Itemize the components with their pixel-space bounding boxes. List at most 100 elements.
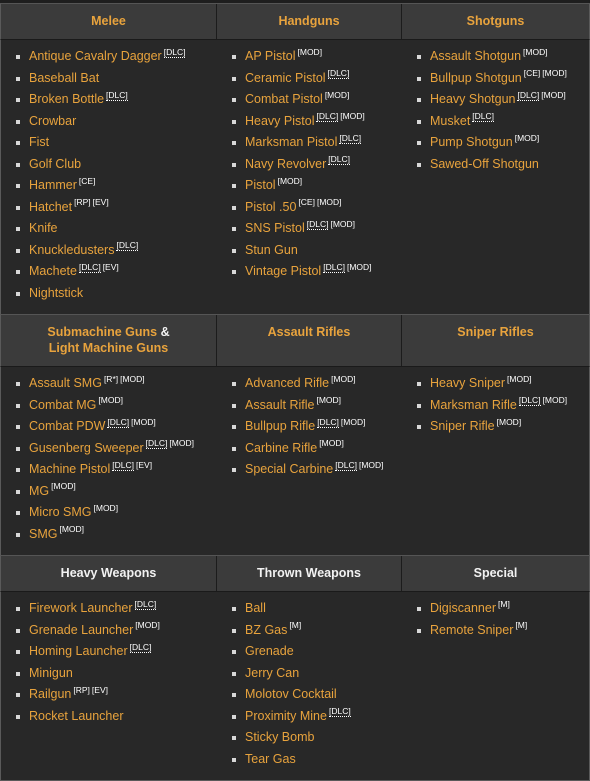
weapon-link[interactable]: Advanced Rifle bbox=[245, 376, 329, 390]
weapon-link[interactable]: AP Pistol bbox=[245, 49, 296, 63]
weapon-link[interactable]: SMG bbox=[29, 527, 57, 541]
section-header-row: Heavy Weapons Thrown Weapons Special bbox=[0, 555, 590, 592]
weapon-link[interactable]: Musket bbox=[430, 114, 470, 128]
weapon-link[interactable]: Carbine Rifle bbox=[245, 441, 317, 455]
weapon-link[interactable]: Homing Launcher bbox=[29, 644, 128, 658]
weapon-tag-dlc: [DLC] bbox=[145, 438, 168, 450]
weapon-tag-dlc: [DLC] bbox=[129, 641, 152, 653]
weapon-link[interactable]: Grenade Launcher bbox=[29, 623, 133, 637]
weapon-tag-ce: [CE] bbox=[298, 197, 315, 208]
weapon-link[interactable]: Combat PDW bbox=[29, 419, 105, 433]
weapon-link[interactable]: Sticky Bomb bbox=[245, 730, 314, 744]
weapon-link[interactable]: Machine Pistol bbox=[29, 462, 110, 476]
weapon-tag-dlc: [DLC] bbox=[328, 154, 351, 166]
weapon-link[interactable]: Pump Shotgun bbox=[430, 135, 513, 149]
weapon-tag-dlc: [DLC] bbox=[339, 132, 362, 144]
list-item: Ceramic Pistol [DLC] bbox=[232, 68, 398, 90]
weapon-link[interactable]: Knife bbox=[29, 221, 58, 235]
weapon-link[interactable]: Assault Rifle bbox=[245, 398, 314, 412]
weapon-link[interactable]: Pistol bbox=[245, 178, 276, 192]
weapon-link[interactable]: Heavy Sniper bbox=[430, 376, 505, 390]
weapon-link[interactable]: Bullpup Shotgun bbox=[430, 71, 522, 85]
weapon-link[interactable]: Crowbar bbox=[29, 114, 76, 128]
list-item: Knuckledusters [DLC] bbox=[16, 240, 213, 262]
weapon-link[interactable]: MG bbox=[29, 484, 49, 498]
list-item: Pistol .50 [CE] [MOD] bbox=[232, 197, 398, 219]
weapon-tag-dlc: [DLC] bbox=[78, 261, 101, 273]
weapon-link[interactable]: Marksman Pistol bbox=[245, 135, 337, 149]
weapon-link[interactable]: Heavy Pistol bbox=[245, 114, 314, 128]
column-header-submachine-guns-light-machine-guns: Submachine Guns & Light Machine Guns bbox=[1, 315, 217, 366]
weapon-link[interactable]: Combat MG bbox=[29, 398, 96, 412]
weapon-link[interactable]: Machete bbox=[29, 264, 77, 278]
weapon-link[interactable]: Micro SMG bbox=[29, 505, 92, 519]
weapon-link[interactable]: Baseball Bat bbox=[29, 71, 99, 85]
weapon-link[interactable]: Assault SMG bbox=[29, 376, 102, 390]
ampersand: & bbox=[160, 325, 170, 339]
weapon-link[interactable]: Rocket Launcher bbox=[29, 709, 124, 723]
weapon-link[interactable]: Nightstick bbox=[29, 286, 83, 300]
list-item: Sticky Bomb bbox=[232, 727, 398, 749]
weapon-tag-dlc: [DLC] bbox=[327, 68, 350, 80]
weapon-link[interactable]: Ceramic Pistol bbox=[245, 71, 326, 85]
weapon-link[interactable]: SNS Pistol bbox=[245, 221, 305, 235]
weapon-link[interactable]: Heavy Shotgun bbox=[430, 92, 515, 106]
list-item: Gusenberg Sweeper [DLC] [MOD] bbox=[16, 438, 213, 460]
weapon-link[interactable]: Marksman Rifle bbox=[430, 398, 517, 412]
weapon-link[interactable]: Pistol .50 bbox=[245, 200, 296, 214]
weapon-link[interactable]: Ball bbox=[245, 601, 266, 615]
weapon-link[interactable]: Railgun bbox=[29, 687, 71, 701]
weapon-link[interactable]: Gusenberg Sweeper bbox=[29, 441, 144, 455]
weapon-link[interactable]: Jerry Can bbox=[245, 666, 299, 680]
weapon-link[interactable]: Minigun bbox=[29, 666, 73, 680]
weapon-list: Antique Cavalry Dagger [DLC] Baseball Bat B… bbox=[1, 46, 213, 304]
weapon-tag-m: [M] bbox=[515, 620, 528, 631]
weapon-link[interactable]: Molotov Cocktail bbox=[245, 687, 337, 701]
weapon-link[interactable]: Assault Shotgun bbox=[430, 49, 521, 63]
weapon-link[interactable]: Antique Cavalry Dagger bbox=[29, 49, 162, 63]
weapon-link[interactable]: Sniper Rifle bbox=[430, 419, 495, 433]
list-item: Marksman Rifle [DLC] [MOD] bbox=[417, 395, 585, 417]
list-item: Combat Pistol [MOD] bbox=[232, 89, 398, 111]
weapon-link[interactable]: Firework Launcher bbox=[29, 601, 133, 615]
weapon-tag-mod: [MOD] bbox=[51, 481, 76, 492]
weapon-link[interactable]: Broken Bottle bbox=[29, 92, 104, 106]
weapon-link[interactable]: Hammer bbox=[29, 178, 77, 192]
weapon-tag-dlc: [DLC] bbox=[116, 240, 139, 252]
weapon-link[interactable]: Grenade bbox=[245, 644, 294, 658]
weapon-link[interactable]: Tear Gas bbox=[245, 752, 296, 766]
weapon-link[interactable]: Navy Revolver bbox=[245, 157, 326, 171]
section-body-row: Assault SMG [R*] [MOD] Combat MG [MOD] Combat… bbox=[0, 367, 590, 555]
column-header-shotguns: Shotguns bbox=[466, 14, 525, 28]
weapon-link[interactable]: Hatchet bbox=[29, 200, 72, 214]
list-item: Knife bbox=[16, 218, 213, 240]
list-item: Bullpup Shotgun [CE] [MOD] bbox=[417, 68, 585, 90]
list-item: Assault Shotgun [MOD] bbox=[417, 46, 585, 68]
weapon-link[interactable]: Remote Sniper bbox=[430, 623, 513, 637]
weapon-tag-dlc: [DLC] bbox=[316, 111, 339, 123]
weapon-link[interactable]: Vintage Pistol bbox=[245, 264, 321, 278]
list-item: Fist bbox=[16, 132, 213, 154]
weapon-link[interactable]: Golf Club bbox=[29, 157, 81, 171]
weapon-link[interactable]: Proximity Mine bbox=[245, 709, 327, 723]
weapon-tag-dlc: [DLC] bbox=[517, 89, 540, 101]
weapon-link[interactable]: Special Carbine bbox=[245, 462, 333, 476]
weapon-link[interactable]: Sawed-Off Shotgun bbox=[430, 157, 539, 171]
weapon-tag-mod: [MOD] bbox=[135, 620, 160, 631]
section-body-row: Antique Cavalry Dagger [DLC] Baseball Bat B… bbox=[0, 40, 590, 314]
weapon-link[interactable]: Stun Gun bbox=[245, 243, 298, 257]
list-item: Machete [DLC] [EV] bbox=[16, 261, 213, 283]
weapon-tag-mod: [MOD] bbox=[120, 373, 145, 384]
weapon-tag-mod: [MOD] bbox=[59, 524, 85, 535]
list-item: Ball bbox=[232, 598, 398, 620]
weapon-link[interactable]: Knuckledusters bbox=[29, 243, 114, 257]
weapon-link[interactable]: Bullpup Rifle bbox=[245, 419, 315, 433]
weapon-link[interactable]: BZ Gas bbox=[245, 623, 287, 637]
weapon-link[interactable]: Combat Pistol bbox=[245, 92, 323, 106]
weapon-list: Ball BZ Gas [M] Grenade Jerry Can Molotov Coc… bbox=[217, 598, 398, 770]
weapon-tag-mod: [MOD] bbox=[346, 261, 372, 272]
weapon-link[interactable]: Digiscanner bbox=[430, 601, 496, 615]
weapon-link[interactable]: Fist bbox=[29, 135, 49, 149]
list-item: Remote Sniper [M] bbox=[417, 620, 585, 642]
column-header-sniper-rifles: Sniper Rifles bbox=[457, 325, 534, 339]
